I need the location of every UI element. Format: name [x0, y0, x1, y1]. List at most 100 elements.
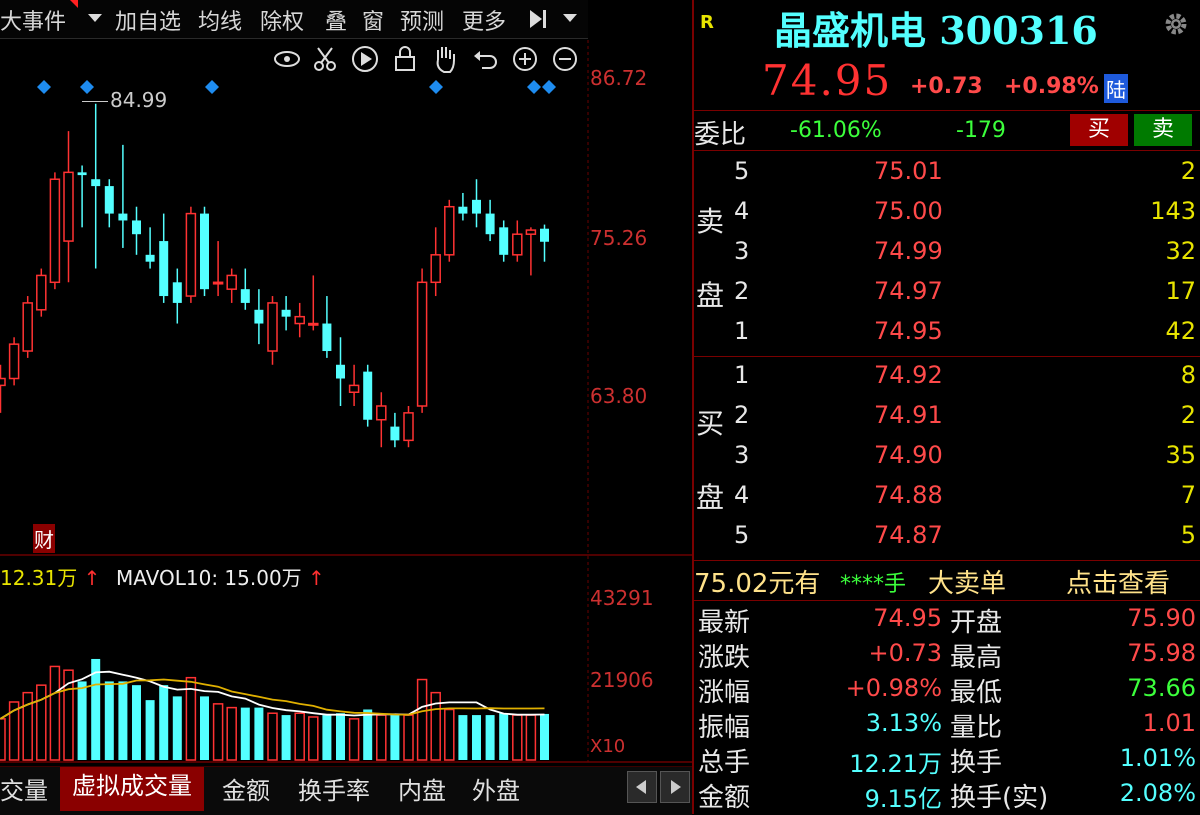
candle-body[interactable] [281, 309, 291, 317]
stat-label: 换手 [950, 748, 1003, 778]
candle-body[interactable] [132, 220, 141, 235]
volume-bar [485, 715, 495, 760]
candle-body[interactable] [172, 282, 182, 303]
candle-body[interactable] [118, 213, 128, 221]
candle-body[interactable] [0, 377, 6, 387]
candle-body[interactable] [472, 199, 481, 214]
candle-body[interactable] [8, 343, 20, 380]
candle-body[interactable] [430, 254, 441, 284]
candle-body[interactable] [348, 384, 360, 394]
candle-body[interactable] [36, 274, 47, 311]
volume-bar [212, 703, 224, 761]
stat-value: 12.21万 [849, 750, 942, 778]
price-change: +0.73 [910, 74, 983, 99]
candle-body[interactable] [104, 186, 114, 214]
scroll-left-button[interactable] [627, 771, 657, 803]
ask-row[interactable]: 2 74.97 17 [694, 277, 1200, 317]
bid-row[interactable]: 2 74.91 2 [694, 401, 1200, 441]
event-diamond-icon[interactable] [37, 80, 51, 94]
candle-body[interactable] [416, 281, 428, 407]
scroll-right-button[interactable] [660, 771, 690, 803]
event-diamond-icon[interactable] [527, 80, 541, 94]
stat-label: 换手(实) [950, 783, 1049, 813]
candle-body[interactable] [49, 178, 61, 284]
candle-body[interactable] [267, 302, 278, 352]
volume-bars-group [0, 658, 549, 761]
kline-chart[interactable] [0, 0, 692, 766]
ask-volume: 17 [1165, 277, 1196, 305]
volume-bar [200, 696, 209, 760]
last-price: 74.95 [762, 56, 893, 105]
ask-level: 4 [734, 197, 750, 225]
candle-body[interactable] [458, 206, 468, 214]
volume-bar [145, 700, 155, 760]
margin-tag: R [700, 12, 714, 33]
weibi-label: 委比 [694, 120, 747, 150]
bid-row[interactable]: 1 74.92 8 [694, 361, 1200, 401]
candle-body[interactable] [376, 405, 387, 421]
bid-row[interactable]: 4 74.88 7 [694, 481, 1200, 521]
candle-body[interactable] [77, 172, 87, 176]
candle-body[interactable] [185, 212, 197, 297]
stat-label: 量比 [950, 713, 1003, 743]
tab-inner[interactable]: 内盘 [398, 771, 446, 806]
ask-volume: 32 [1165, 237, 1196, 265]
bid-volume: 35 [1165, 441, 1196, 469]
candle-body[interactable] [200, 213, 209, 290]
buy-button[interactable]: 买 [1070, 114, 1128, 146]
bid-volume: 5 [1180, 521, 1196, 549]
volume-bar [226, 706, 237, 761]
ask-row[interactable]: 3 74.99 32 [694, 237, 1200, 277]
weibi-value: -61.06% [790, 118, 882, 143]
event-diamond-icon[interactable] [429, 80, 443, 94]
tab-volume[interactable]: 交量 [0, 771, 48, 806]
event-diamond-icon[interactable] [542, 80, 556, 94]
bid-level: 4 [734, 481, 750, 509]
volume-bar [240, 707, 250, 760]
candle-body[interactable] [485, 213, 495, 235]
stock-title: 晶盛机电 300316 [774, 8, 1098, 53]
ask-row[interactable]: 4 75.00 143 [694, 197, 1200, 237]
candle-body[interactable] [240, 289, 250, 303]
candle-body[interactable] [212, 281, 224, 285]
tab-amount[interactable]: 金额 [222, 771, 270, 806]
volume-bar [267, 712, 278, 761]
candle-body[interactable] [336, 364, 345, 379]
volume-bar [172, 696, 182, 760]
gear-icon[interactable] [1162, 10, 1190, 38]
candle-body[interactable] [525, 229, 537, 235]
candle-body[interactable] [254, 309, 264, 324]
ask-volume: 143 [1150, 197, 1196, 225]
candle-body[interactable] [22, 302, 33, 352]
candle-body[interactable] [159, 241, 169, 297]
candle-body[interactable] [322, 323, 332, 352]
candle-body[interactable] [390, 426, 400, 441]
bid-volume: 7 [1180, 481, 1196, 509]
candle-body[interactable] [308, 322, 319, 326]
candle-body[interactable] [444, 205, 455, 256]
candle-body[interactable] [63, 171, 74, 242]
bid-row[interactable]: 5 74.87 5 [694, 521, 1200, 561]
candle-body[interactable] [145, 254, 155, 262]
candle-body[interactable] [512, 233, 523, 256]
volume-bar [322, 715, 332, 760]
ask-row[interactable]: 1 74.95 42 [694, 317, 1200, 357]
ask-price: 74.97 [874, 277, 943, 305]
candle-body[interactable] [540, 228, 549, 242]
ask-row[interactable]: 5 75.01 2 [694, 157, 1200, 197]
tab-virtual-volume[interactable]: 虚拟成交量 [60, 767, 204, 811]
candle-body[interactable] [91, 179, 101, 187]
tab-outer[interactable]: 外盘 [472, 771, 520, 806]
tab-turnover[interactable]: 换手率 [298, 771, 370, 806]
candle-body[interactable] [294, 315, 305, 325]
candle-body[interactable] [226, 274, 237, 290]
event-diamond-icon[interactable] [205, 80, 219, 94]
candle-body[interactable] [363, 371, 373, 420]
big-order-link[interactable]: 点击查看 [1066, 563, 1170, 600]
sell-button[interactable]: 卖 [1134, 114, 1192, 146]
ask-price: 74.95 [874, 317, 943, 345]
bid-row[interactable]: 3 74.90 35 [694, 441, 1200, 481]
candle-body[interactable] [403, 412, 414, 442]
finance-marker[interactable]: 财 [33, 524, 55, 553]
candle-body[interactable] [499, 227, 509, 255]
